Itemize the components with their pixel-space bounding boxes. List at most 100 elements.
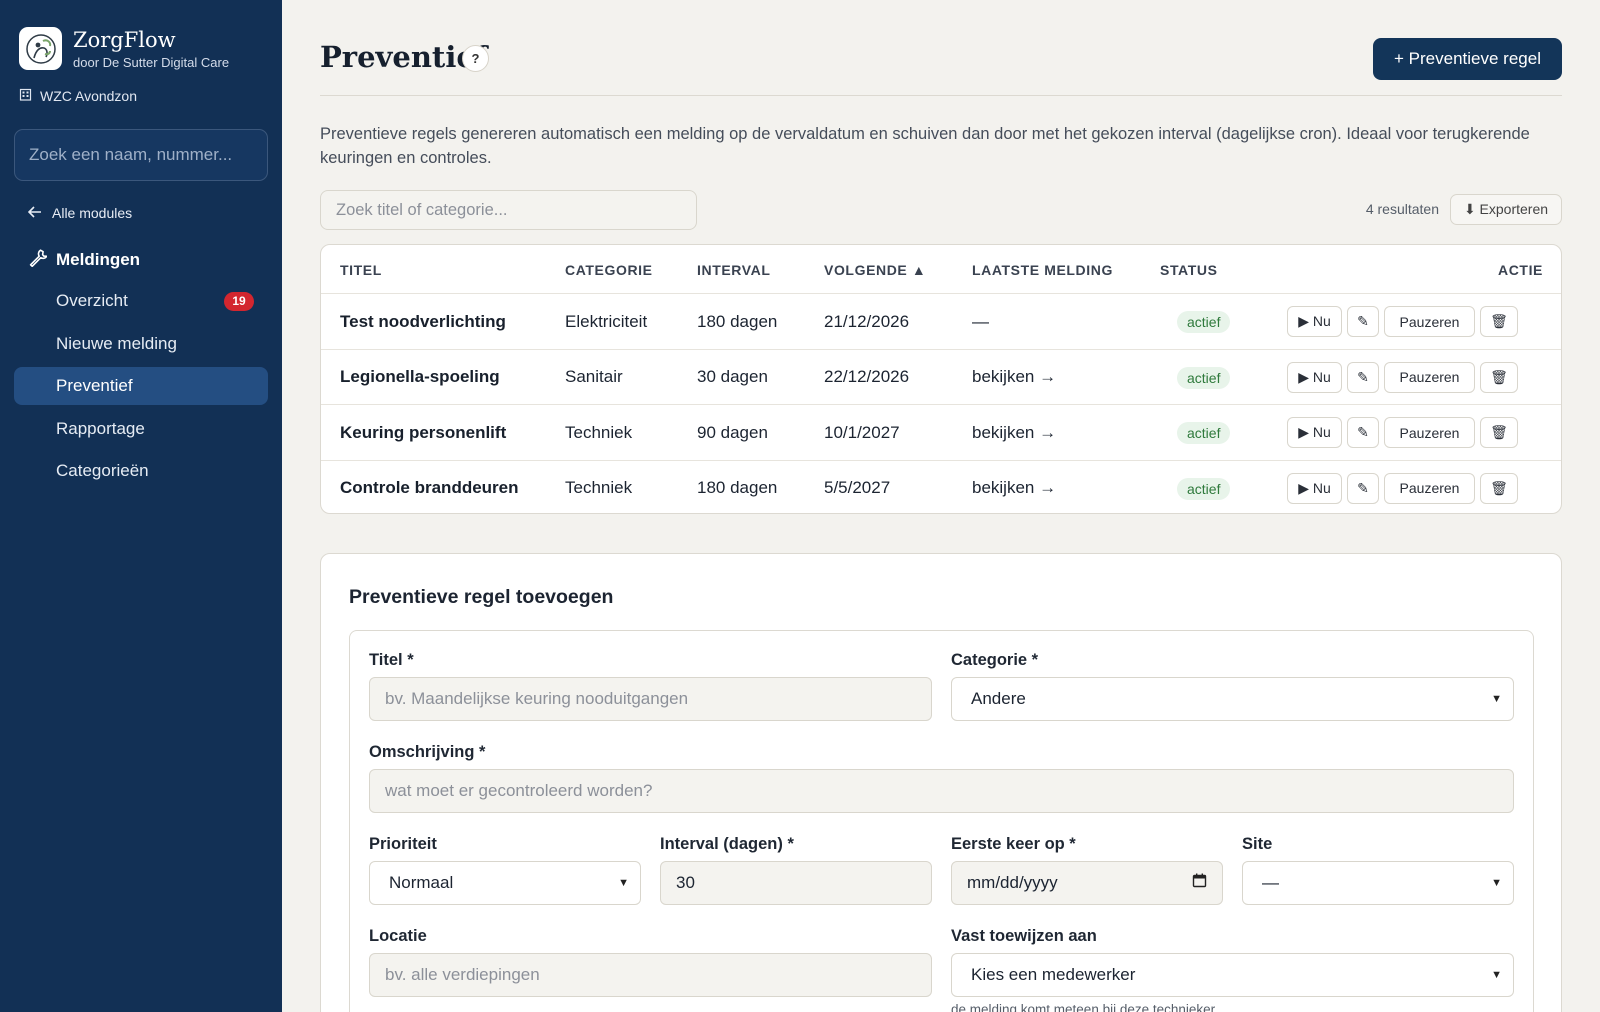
row-category: Techniek: [565, 422, 633, 442]
run-now-button[interactable]: ▶ Nu: [1287, 472, 1342, 504]
locatie-input[interactable]: bv. alle verdiepingen: [369, 953, 932, 997]
delete-button[interactable]: 🗑: [1480, 306, 1518, 337]
add-preventive-rule-button[interactable]: + Preventieve regel: [1373, 38, 1562, 80]
wrench-icon: [28, 248, 48, 272]
intro-text: Preventieve regels genereren automatisch…: [320, 125, 1530, 167]
organization-name: WZC Avondzon: [40, 88, 138, 104]
edit-button[interactable]: ✎: [1347, 417, 1379, 448]
pause-button[interactable]: Pauzeren: [1384, 361, 1475, 393]
divider: [320, 95, 1562, 96]
interval-input[interactable]: 30: [660, 861, 932, 905]
sidebar: ZorgFlow door De Sutter Digital Care WZC…: [0, 0, 282, 1012]
row-interval: 90 dagen: [697, 422, 768, 442]
building-icon: [19, 88, 32, 104]
row-next-date: 21/12/2026: [824, 311, 910, 331]
brand[interactable]: ZorgFlow door De Sutter Digital Care: [19, 27, 229, 70]
view-notification-link[interactable]: bekijken →: [972, 461, 1056, 514]
status-badge: actief: [1177, 311, 1231, 333]
row-interval: 180 dagen: [697, 311, 778, 331]
locatie-label: Locatie: [369, 927, 427, 945]
view-notification-link[interactable]: bekijken →: [972, 405, 1056, 460]
eerste-keer-date-input[interactable]: mm/dd/yyyy: [951, 861, 1223, 905]
prioriteit-select[interactable]: Normaal ▼: [369, 861, 641, 905]
toewijzen-hint: de melding komt meteen bij deze techniek…: [951, 1002, 1216, 1012]
pause-button[interactable]: Pauzeren: [1384, 306, 1475, 337]
sidebar-nav: Overzicht 19 Nieuwe melding Preventief R…: [14, 282, 268, 495]
categorie-value: Andere: [971, 689, 1026, 708]
prioriteit-value: Normaal: [389, 873, 454, 892]
rules-table: TITEL CATEGORIE INTERVAL VOLGENDE ▲ LAAT…: [320, 244, 1562, 514]
run-now-button[interactable]: ▶ Nu: [1287, 306, 1342, 337]
column-header-volgende[interactable]: VOLGENDE ▲: [824, 262, 926, 278]
row-category: Elektriciteit: [565, 311, 648, 331]
row-next-date: 22/12/2026: [824, 367, 910, 386]
delete-button[interactable]: 🗑: [1480, 417, 1518, 448]
view-notification-link[interactable]: bekijken →: [972, 350, 1056, 405]
row-interval: 180 dagen: [697, 478, 778, 497]
chevron-down-icon: ▼: [1491, 877, 1502, 889]
all-modules-label: Alle modules: [52, 205, 133, 221]
sidebar-item-preventief[interactable]: Preventief: [14, 367, 268, 405]
calendar-icon[interactable]: [1192, 873, 1207, 893]
interval-label: Interval (dagen) *: [660, 835, 794, 853]
column-header-status[interactable]: STATUS: [1160, 262, 1218, 278]
column-header-titel[interactable]: TITEL: [340, 262, 382, 278]
row-last-notification: —: [972, 311, 989, 331]
omschrijving-input[interactable]: wat moet er gecontroleerd worden?: [369, 769, 1514, 813]
row-title: Controle branddeuren: [340, 478, 519, 497]
row-title: Keuring personenlift: [340, 422, 507, 442]
module-label: Meldingen: [56, 250, 141, 269]
sidebar-item-nieuwe-melding[interactable]: Nieuwe melding: [14, 325, 268, 363]
edit-button[interactable]: ✎: [1347, 306, 1379, 337]
chevron-down-icon: ▼: [1491, 693, 1502, 705]
status-badge: actief: [1177, 422, 1231, 444]
brand-subtitle: door De Sutter Digital Care: [73, 54, 230, 70]
row-category: Techniek: [565, 478, 633, 497]
form-title: Preventieve regel toevoegen: [349, 586, 614, 608]
sidebar-item-label: Rapportage: [56, 418, 145, 438]
column-header-categorie[interactable]: CATEGORIE: [565, 262, 653, 278]
categorie-label: Categorie *: [951, 651, 1039, 669]
sidebar-item-rapportage[interactable]: Rapportage: [14, 410, 268, 448]
toewijzen-select[interactable]: Kies een medewerker ▼: [951, 953, 1514, 997]
column-header-laatste-melding[interactable]: LAATSTE MELDING: [972, 262, 1113, 278]
column-header-interval[interactable]: INTERVAL: [697, 262, 771, 278]
sidebar-item-label: Overzicht: [56, 291, 128, 310]
site-value: —: [1262, 873, 1279, 892]
date-placeholder: mm/dd/yyyy: [967, 873, 1058, 892]
table-search-input[interactable]: [320, 190, 697, 230]
categorie-select[interactable]: Andere ▼: [951, 677, 1514, 721]
organization[interactable]: WZC Avondzon: [19, 88, 137, 104]
row-category: Sanitair: [565, 367, 623, 386]
run-now-button[interactable]: ▶ Nu: [1287, 417, 1342, 448]
row-title: Legionella-spoeling: [340, 367, 500, 386]
table-row: Keuring personenlift Techniek 90 dagen 1…: [321, 405, 1561, 461]
titel-label: Titel *: [369, 651, 414, 669]
delete-button[interactable]: 🗑: [1480, 472, 1518, 504]
all-modules-link[interactable]: Alle modules: [27, 205, 133, 221]
titel-input[interactable]: bv. Maandelijkse keuring nooduitgangen: [369, 677, 932, 721]
row-next-date: 5/5/2027: [824, 478, 891, 497]
export-button[interactable]: ⬇ Exporteren: [1450, 194, 1562, 225]
pause-button[interactable]: Pauzeren: [1384, 472, 1475, 504]
sidebar-search-input[interactable]: [14, 129, 268, 181]
help-button[interactable]: ?: [462, 45, 489, 72]
delete-button[interactable]: 🗑: [1480, 361, 1518, 393]
main-content: Preventief ? + Preventieve regel Prevent…: [282, 0, 1600, 1012]
chevron-down-icon: ▼: [1491, 969, 1502, 981]
edit-button[interactable]: ✎: [1347, 361, 1379, 393]
run-now-button[interactable]: ▶ Nu: [1287, 361, 1342, 393]
pause-button[interactable]: Pauzeren: [1384, 417, 1475, 448]
site-select[interactable]: — ▼: [1242, 861, 1514, 905]
sidebar-item-categorieen[interactable]: Categorieën: [14, 452, 268, 490]
table-row: Legionella-spoeling Sanitair 30 dagen 22…: [321, 350, 1561, 405]
chevron-down-icon: ▼: [618, 877, 629, 889]
table-row: Test noodverlichting Elektriciteit 180 d…: [321, 294, 1561, 350]
add-rule-form: Titel * bv. Maandelijkse keuring nooduit…: [349, 630, 1534, 1012]
row-next-date: 10/1/2027: [824, 422, 900, 442]
edit-button[interactable]: ✎: [1347, 472, 1379, 504]
sidebar-item-overzicht[interactable]: Overzicht 19: [14, 282, 268, 320]
module-meldingen[interactable]: Meldingen: [28, 248, 140, 272]
toewijzen-label: Vast toewijzen aan: [951, 927, 1097, 945]
prioriteit-label: Prioriteit: [369, 835, 437, 853]
